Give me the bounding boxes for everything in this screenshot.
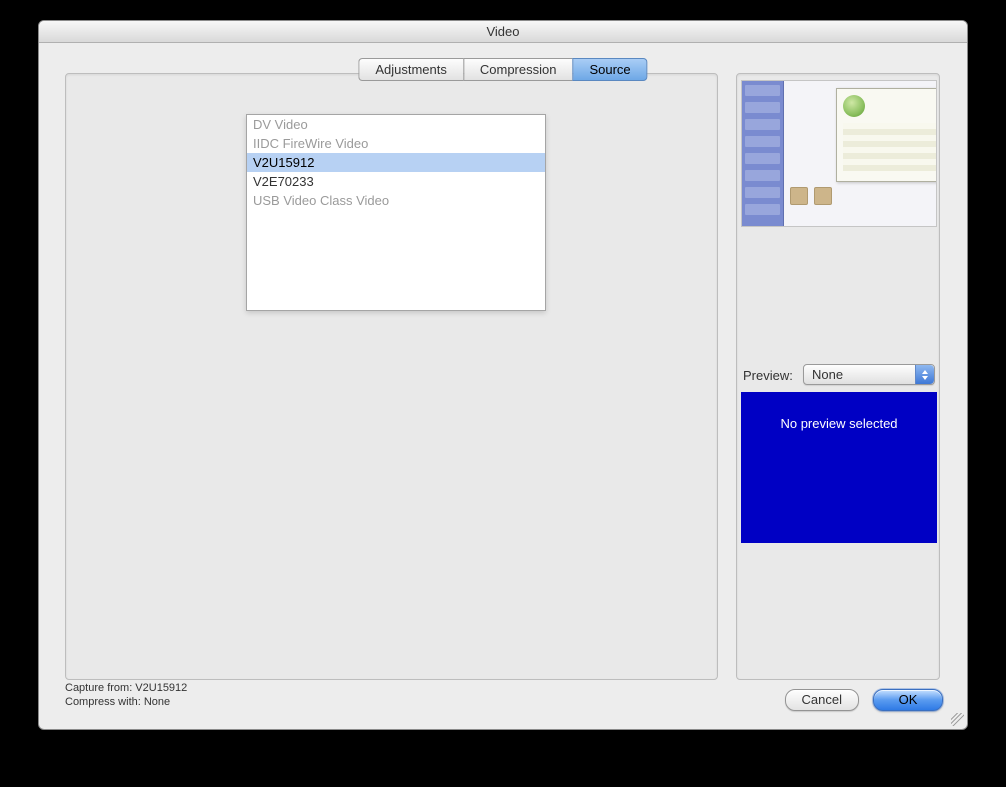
resize-grip-icon[interactable] — [951, 713, 964, 726]
window-titlebar: Video — [39, 21, 967, 43]
source-item-v2u15912[interactable]: V2U15912 — [247, 153, 545, 172]
cancel-button[interactable]: Cancel — [785, 689, 859, 711]
source-item-usb-video-class[interactable]: USB Video Class Video — [247, 191, 545, 210]
side-panel: Preview: None No preview selected — [736, 73, 940, 680]
dialog-buttons: Cancel OK — [785, 689, 943, 711]
source-item-dv-video[interactable]: DV Video — [247, 115, 545, 134]
tab-source[interactable]: Source — [572, 58, 647, 81]
preview-thumbnail — [741, 80, 937, 227]
window-title: Video — [486, 24, 519, 39]
footer-info: Capture from: V2U15912 Compress with: No… — [65, 681, 187, 709]
preview-label: Preview: — [743, 368, 793, 383]
main-panel: DV Video IIDC FireWire Video V2U15912 V2… — [65, 73, 718, 680]
no-preview-box: No preview selected — [741, 392, 937, 543]
compress-with-text: Compress with: None — [65, 695, 187, 709]
updown-arrows-icon — [915, 365, 934, 384]
preview-select[interactable]: None — [803, 364, 935, 385]
ok-button[interactable]: OK — [873, 689, 943, 711]
capture-from-text: Capture from: V2U15912 — [65, 681, 187, 695]
source-item-iidc-firewire[interactable]: IIDC FireWire Video — [247, 134, 545, 153]
source-list-scroll[interactable]: DV Video IIDC FireWire Video V2U15912 V2… — [247, 115, 545, 310]
window-content: Adjustments Compression Source DV Video … — [39, 43, 967, 729]
tab-compression[interactable]: Compression — [463, 58, 573, 81]
source-item-v2e70233[interactable]: V2E70233 — [247, 172, 545, 191]
source-list: DV Video IIDC FireWire Video V2U15912 V2… — [246, 114, 546, 311]
preview-thumbnail-content — [742, 81, 936, 226]
video-settings-window: Video Adjustments Compression Source DV … — [38, 20, 968, 730]
no-preview-text: No preview selected — [780, 416, 897, 431]
tab-bar: Adjustments Compression Source — [358, 58, 647, 81]
tab-adjustments[interactable]: Adjustments — [358, 58, 463, 81]
preview-select-value: None — [812, 367, 843, 382]
